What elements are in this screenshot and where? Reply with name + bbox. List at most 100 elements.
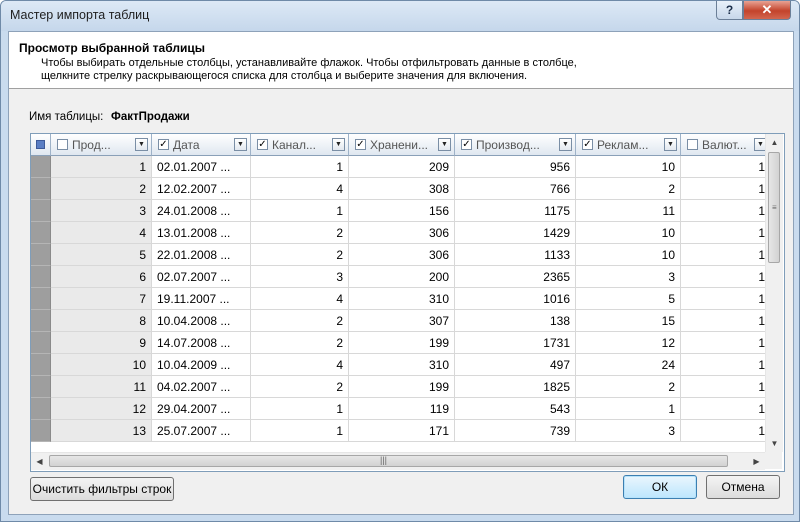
select-all-icon (36, 140, 45, 149)
table-cell: 1 (681, 288, 771, 310)
row-header[interactable] (31, 244, 51, 266)
table-cell: 1 (681, 420, 771, 442)
table-cell: 04.02.2007 ... (152, 376, 251, 398)
table-row[interactable]: 12 29.04.2007 ... 1 119 543 1 1 (31, 398, 771, 420)
help-button[interactable]: ? (716, 1, 743, 20)
table-cell: 11 (51, 376, 152, 398)
table-cell: 2 (576, 178, 681, 200)
column-checkbox[interactable] (57, 139, 68, 150)
column-header[interactable]: ✓ Реклам... ▼ (576, 134, 681, 156)
table-cell: 7 (51, 288, 152, 310)
filter-dropdown-icon[interactable]: ▼ (234, 138, 247, 151)
row-header[interactable] (31, 310, 51, 332)
vertical-scroll-thumb[interactable]: ≡ (768, 152, 780, 263)
table-cell: 24 (576, 354, 681, 376)
row-header[interactable] (31, 222, 51, 244)
vertical-scrollbar[interactable]: ▲ ≡ ▼ (765, 134, 783, 452)
column-header-label: Реклам... (597, 138, 649, 152)
horizontal-scroll-thumb[interactable]: ||| (49, 455, 728, 467)
table-cell: 543 (455, 398, 576, 420)
column-header-label: Канал... (272, 138, 316, 152)
row-header[interactable] (31, 156, 51, 178)
scroll-left-icon[interactable]: ◀ (31, 453, 48, 470)
row-header[interactable] (31, 398, 51, 420)
column-checkbox[interactable]: ✓ (582, 139, 593, 150)
clear-row-filters-button[interactable]: Очистить фильтры строк (30, 477, 174, 501)
row-header[interactable] (31, 288, 51, 310)
row-header[interactable] (31, 420, 51, 442)
table-cell: 199 (349, 332, 455, 354)
filter-dropdown-icon[interactable]: ▼ (332, 138, 345, 151)
scroll-down-icon[interactable]: ▼ (766, 435, 783, 452)
filter-dropdown-icon[interactable]: ▼ (135, 138, 148, 151)
table-row[interactable]: 6 02.07.2007 ... 3 200 2365 3 1 (31, 266, 771, 288)
close-button[interactable]: ✕ (743, 1, 791, 20)
horizontal-scrollbar[interactable]: ◀ ||| ▶ (31, 452, 765, 470)
table-row[interactable]: 8 10.04.2008 ... 2 307 138 15 1 (31, 310, 771, 332)
table-row[interactable]: 4 13.01.2008 ... 2 306 1429 10 1 (31, 222, 771, 244)
column-header[interactable]: ✓ Канал... ▼ (251, 134, 349, 156)
table-cell: 12 (576, 332, 681, 354)
table-cell: 156 (349, 200, 455, 222)
row-header[interactable] (31, 376, 51, 398)
column-checkbox[interactable]: ✓ (461, 139, 472, 150)
table-row[interactable]: 3 24.01.2008 ... 1 156 1175 11 1 (31, 200, 771, 222)
column-header-label: Дата (173, 138, 200, 152)
filter-dropdown-icon[interactable]: ▼ (438, 138, 451, 151)
table-cell: 3 (576, 420, 681, 442)
table-row[interactable]: 9 14.07.2008 ... 2 199 1731 12 1 (31, 332, 771, 354)
table-cell: 12 (51, 398, 152, 420)
column-header[interactable]: ✓ Дата ▼ (152, 134, 251, 156)
table-cell: 1175 (455, 200, 576, 222)
table-cell: 1016 (455, 288, 576, 310)
table-cell: 14.07.2008 ... (152, 332, 251, 354)
scroll-up-icon[interactable]: ▲ (766, 134, 783, 151)
table-cell: 4 (51, 222, 152, 244)
column-checkbox[interactable]: ✓ (257, 139, 268, 150)
table-row[interactable]: 10 10.04.2009 ... 4 310 497 24 1 (31, 354, 771, 376)
table-row[interactable]: 5 22.01.2008 ... 2 306 1133 10 1 (31, 244, 771, 266)
scroll-right-icon[interactable]: ▶ (748, 453, 765, 470)
table-row[interactable]: 2 12.02.2007 ... 4 308 766 2 1 (31, 178, 771, 200)
column-header[interactable]: ✓ Хранени... ▼ (349, 134, 455, 156)
column-checkbox[interactable] (687, 139, 698, 150)
row-header[interactable] (31, 266, 51, 288)
row-header[interactable] (31, 200, 51, 222)
cancel-button[interactable]: Отмена (706, 475, 780, 499)
row-header[interactable] (31, 178, 51, 200)
column-header[interactable]: Прод... ▼ (51, 134, 152, 156)
table-cell: 306 (349, 222, 455, 244)
table-cell: 1 (681, 222, 771, 244)
title-bar[interactable]: Мастер импорта таблиц ? ✕ (1, 1, 799, 31)
column-header[interactable]: Валют... ▼ (681, 134, 771, 156)
column-header[interactable]: ✓ Производ... ▼ (455, 134, 576, 156)
table-cell: 2 (251, 332, 349, 354)
table-cell: 306 (349, 244, 455, 266)
help-icon: ? (725, 3, 734, 17)
header-description: Чтобы выбирать отдельные столбцы, устана… (41, 57, 577, 82)
preview-grid[interactable]: Прод... ▼ ✓ Дата ▼ ✓ Канал... ▼ ✓ Хранени... ▼ ✓ Про… (30, 133, 785, 472)
ok-button[interactable]: ОК (623, 475, 697, 499)
table-cell: 308 (349, 178, 455, 200)
column-checkbox[interactable]: ✓ (355, 139, 366, 150)
filter-dropdown-icon[interactable]: ▼ (559, 138, 572, 151)
close-icon: ✕ (761, 2, 773, 17)
table-cell: 9 (51, 332, 152, 354)
table-cell: 2 (251, 222, 349, 244)
row-header[interactable] (31, 354, 51, 376)
table-cell: 3 (51, 200, 152, 222)
table-cell: 1 (51, 156, 152, 178)
column-checkbox[interactable]: ✓ (158, 139, 169, 150)
select-all-corner[interactable] (31, 134, 51, 156)
window-title: Мастер импорта таблиц (10, 8, 150, 22)
table-row[interactable]: 1 02.01.2007 ... 1 209 956 10 1 (31, 156, 771, 178)
table-cell: 739 (455, 420, 576, 442)
filter-dropdown-icon[interactable]: ▼ (664, 138, 677, 151)
table-cell: 13 (51, 420, 152, 442)
table-row[interactable]: 13 25.07.2007 ... 1 171 739 3 1 (31, 420, 771, 442)
table-row[interactable]: 7 19.11.2007 ... 4 310 1016 5 1 (31, 288, 771, 310)
header-panel: Просмотр выбранной таблицы Чтобы выбират… (9, 32, 793, 89)
table-row[interactable]: 11 04.02.2007 ... 2 199 1825 2 1 (31, 376, 771, 398)
row-header[interactable] (31, 332, 51, 354)
table-cell: 1 (251, 398, 349, 420)
